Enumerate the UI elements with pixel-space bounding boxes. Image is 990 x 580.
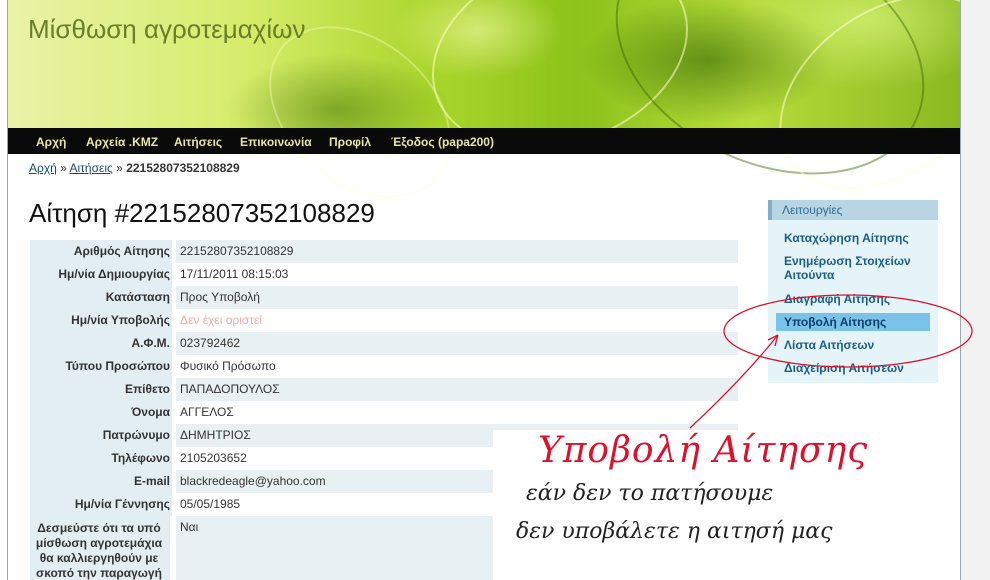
detail-label: E-mail [30, 470, 172, 493]
detail-value: ΑΓΓΕΛΟΣ [180, 405, 234, 419]
annotation-line-2: δεν υποβάλετε η αιτησή μας [516, 519, 833, 544]
breadcrumb-separator: » [60, 161, 67, 175]
sidebar-item-update-applicant[interactable]: Ενημέρωση Στοιχείων Αιτούντα [784, 254, 924, 282]
detail-row: Τύπου Προσώπου Φυσικό Πρόσωπο [30, 355, 738, 378]
detail-value: 22152807352108829 [176, 240, 738, 263]
detail-label: Επίθετο [30, 378, 172, 401]
detail-value: 17/11/2011 08:15:03 [180, 267, 289, 281]
sidebar-title: Λειτουργίες [768, 200, 938, 220]
detail-label: Ημ/νία Δημιουργίας [30, 263, 172, 286]
annotation-title: Υποβολή Αίτησης [538, 430, 869, 471]
detail-label: Τύπου Προσώπου [30, 355, 172, 378]
detail-label: Τηλέφωνο [30, 447, 172, 470]
detail-label: Πατρώνυμο [30, 424, 172, 447]
breadcrumb-separator: » [116, 161, 123, 175]
detail-value: ΠΑΠΑΔΟΠΟΥΛΟΣ [176, 378, 738, 401]
detail-label: Όνομα [30, 401, 172, 424]
nav-item-logout[interactable]: Έξοδος (papa200) [391, 135, 494, 149]
sidebar-item-applications-list[interactable]: Λίστα Αιτήσεων [784, 338, 874, 352]
actions-sidebar: Λειτουργίες Καταχώρηση Αίτησης Ενημέρωση… [768, 200, 938, 383]
site-title: Μίσθωση αγροτεμαχίων [28, 14, 306, 44]
detail-label: Α.Φ.Μ. [30, 332, 172, 355]
nav-item-contact[interactable]: Επικοινωνία [240, 135, 312, 149]
sidebar-item-delete-application[interactable]: Διαγραφή Αίτησης [784, 292, 890, 306]
sidebar-item-create-application[interactable]: Καταχώρηση Αίτησης [784, 231, 909, 245]
nav-item-kmz-files[interactable]: Αρχεία .KMZ [86, 135, 158, 149]
detail-row: Επίθετο ΠΑΠΑΔΟΠΟΥΛΟΣ [30, 378, 738, 401]
breadcrumb-applications-link[interactable]: Αιτήσεις [70, 161, 113, 175]
nav-item-profile[interactable]: Προφίλ [329, 135, 371, 149]
annotation-line-1: εάν δεν το πατήσουμε [526, 481, 774, 506]
detail-row: Ημ/νία Υποβολής Δεν έχει οριστεί [30, 309, 738, 332]
nav-item-home[interactable]: Αρχή [36, 135, 66, 149]
detail-row: Όνομα ΑΓΓΕΛΟΣ [30, 401, 738, 424]
detail-value: Προς Υποβολή [176, 286, 738, 309]
nav-item-applications[interactable]: Αιτήσεις [174, 135, 222, 149]
breadcrumb-home-link[interactable]: Αρχή [29, 161, 57, 175]
detail-row: Ημ/νία Δημιουργίας 17/11/2011 08:15:03 [30, 263, 738, 286]
page-gutter [960, 0, 990, 580]
detail-label: Αριθμός Αίτησης [30, 240, 172, 263]
sidebar-item-manage-applications[interactable]: Διαχείριση Αιτήσεων [784, 361, 904, 375]
detail-row: Α.Φ.Μ. 023792462 [30, 332, 738, 355]
detail-row: Κατάσταση Προς Υποβολή [30, 286, 738, 309]
breadcrumb: Αρχή » Αιτήσεις » 22152807352108829 [29, 161, 240, 175]
detail-label: Ημ/νία Γέννησης [30, 493, 172, 516]
breadcrumb-current: 22152807352108829 [126, 161, 240, 175]
detail-value: Φυσικό Πρόσωπο [180, 359, 276, 373]
detail-label: Ημ/νία Υποβολής [30, 309, 172, 332]
detail-value: 023792462 [176, 332, 738, 355]
page-title: Αίτηση #22152807352108829 [29, 198, 375, 228]
main-nav: Αρχή Αρχεία .KMZ Αιτήσεις Επικοινωνία Πρ… [8, 128, 960, 154]
detail-row: Αριθμός Αίτησης 22152807352108829 [30, 240, 738, 263]
detail-label: Κατάσταση [30, 286, 172, 309]
header-banner: Μίσθωση αγροτεμαχίων [8, 0, 960, 233]
detail-value-unset: Δεν έχει οριστεί [180, 313, 263, 327]
sidebar-item-submit-application[interactable]: Υποβολή Αίτησης [776, 313, 930, 331]
detail-label: Δεσμεύστε ότι τα υπό μίσθωση αγροτεμάχια… [30, 516, 170, 580]
